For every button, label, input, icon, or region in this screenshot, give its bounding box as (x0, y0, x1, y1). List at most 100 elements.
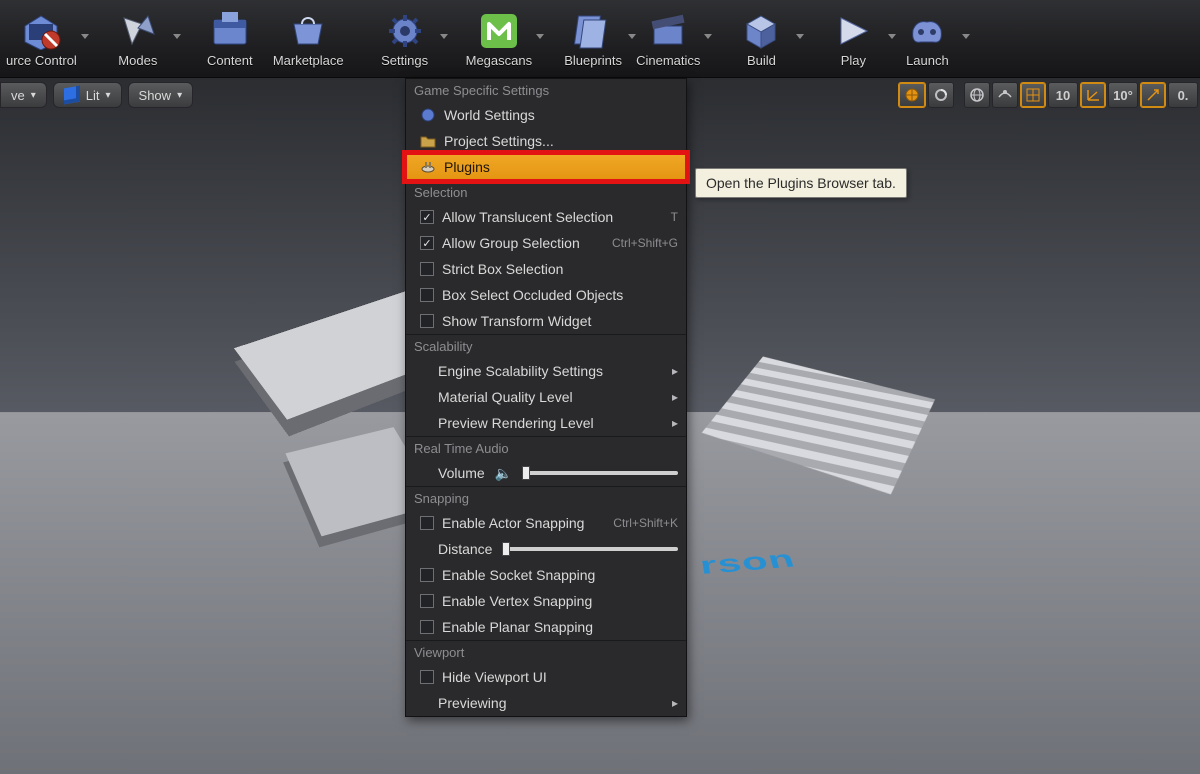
section-header: Snapping (406, 486, 686, 510)
dropdown-icon (962, 34, 970, 39)
section-header: Selection (406, 180, 686, 204)
main-toolbar: urce Control Modes Content Marketplace S… (0, 0, 1200, 78)
scale-snap-value[interactable]: 0. (1168, 82, 1198, 108)
dropdown-icon (796, 34, 804, 39)
checkbox-icon (420, 236, 434, 250)
viewport-pills: ve▾ Lit▾ Show▾ (0, 82, 193, 108)
globe-icon (420, 107, 436, 123)
transform-mode-icon[interactable] (898, 82, 926, 108)
section-header: Real Time Audio (406, 436, 686, 460)
perspective-pill[interactable]: ve▾ (0, 82, 47, 108)
menu-item-enable-socket-snap[interactable]: Enable Socket Snapping (406, 562, 686, 588)
section-header: Game Specific Settings (406, 79, 686, 102)
menu-item-previewing[interactable]: Previewing ▸ (406, 690, 686, 716)
checkbox-icon (420, 210, 434, 224)
checkbox-icon (420, 594, 434, 608)
settings-button[interactable]: Settings (368, 4, 442, 74)
modes-button[interactable]: Modes (101, 4, 175, 74)
menu-item-box-occluded[interactable]: Box Select Occluded Objects (406, 282, 686, 308)
volume-row: Volume 🔈 (406, 460, 686, 486)
show-pill[interactable]: Show▾ (128, 82, 194, 108)
play-icon (831, 11, 875, 51)
cinematics-label: Cinematics (636, 53, 700, 68)
modes-icon (116, 11, 160, 51)
menu-item-allow-group[interactable]: Allow Group Selection Ctrl+Shift+G (406, 230, 686, 256)
blueprints-label: Blueprints (564, 53, 622, 68)
clapper-icon (646, 11, 690, 51)
content-button[interactable]: Content (193, 4, 267, 74)
menu-item-allow-translucent[interactable]: Allow Translucent Selection T (406, 204, 686, 230)
blueprints-button[interactable]: Blueprints (556, 4, 630, 74)
lit-pill[interactable]: Lit▾ (53, 82, 122, 108)
megascans-icon (477, 11, 521, 51)
menu-item-hide-viewport-ui[interactable]: Hide Viewport UI (406, 664, 686, 690)
content-icon (208, 11, 252, 51)
source-control-button[interactable]: urce Control (0, 4, 83, 74)
chevron-right-icon: ▸ (672, 416, 678, 430)
dropdown-icon (81, 34, 89, 39)
cube-icon (739, 11, 783, 51)
blueprints-icon (571, 11, 615, 51)
scale-snap-icon[interactable] (1140, 82, 1166, 108)
gamepad-icon (905, 11, 949, 51)
chevron-right-icon: ▸ (672, 696, 678, 710)
menu-item-strict-box[interactable]: Strict Box Selection (406, 256, 686, 282)
launch-label: Launch (906, 53, 949, 68)
angle-snap-value[interactable]: 10° (1108, 82, 1138, 108)
dropdown-icon (440, 34, 448, 39)
checkbox-icon (420, 262, 434, 276)
checkbox-icon (420, 620, 434, 634)
cube-icon (64, 86, 80, 105)
build-label: Build (747, 53, 776, 68)
launch-button[interactable]: Launch (890, 4, 964, 74)
grid-snap-icon[interactable] (1020, 82, 1046, 108)
coord-space-icon[interactable] (928, 82, 954, 108)
checkbox-icon (420, 670, 434, 684)
menu-item-enable-vertex-snap[interactable]: Enable Vertex Snapping (406, 588, 686, 614)
chevron-right-icon: ▸ (672, 390, 678, 404)
play-label: Play (841, 53, 866, 68)
settings-label: Settings (381, 53, 428, 68)
angle-snap-icon[interactable] (1080, 82, 1106, 108)
marketplace-button[interactable]: Marketplace (267, 4, 350, 74)
menu-item-enable-actor-snap[interactable]: Enable Actor Snapping Ctrl+Shift+K (406, 510, 686, 536)
checkbox-icon (420, 288, 434, 302)
settings-menu: Game Specific Settings World Settings Pr… (405, 78, 687, 717)
section-header: Viewport (406, 640, 686, 664)
distance-row: Distance (406, 536, 686, 562)
menu-item-preview-rendering[interactable]: Preview Rendering Level ▸ (406, 410, 686, 436)
distance-slider[interactable] (502, 547, 678, 551)
folder-icon (420, 133, 436, 149)
menu-item-engine-scalability[interactable]: Engine Scalability Settings ▸ (406, 358, 686, 384)
section-header: Scalability (406, 334, 686, 358)
grid-snap-value[interactable]: 10 (1048, 82, 1078, 108)
globe-icon[interactable] (964, 82, 990, 108)
menu-item-plugins[interactable]: Plugins (406, 154, 686, 180)
menu-item-show-transform[interactable]: Show Transform Widget (406, 308, 686, 334)
dropdown-icon (704, 34, 712, 39)
surface-snap-icon[interactable] (992, 82, 1018, 108)
dropdown-icon (173, 34, 181, 39)
source-control-label: urce Control (6, 53, 77, 68)
plugin-icon (420, 159, 436, 175)
volume-slider[interactable] (522, 471, 678, 475)
play-button[interactable]: Play (816, 4, 890, 74)
gear-icon (383, 11, 427, 51)
checkbox-icon (420, 314, 434, 328)
menu-item-project-settings[interactable]: Project Settings... (406, 128, 686, 154)
volume-label: Volume (438, 465, 485, 481)
menu-item-world-settings[interactable]: World Settings (406, 102, 686, 128)
megascans-button[interactable]: Megascans (460, 4, 538, 74)
tooltip: Open the Plugins Browser tab. (695, 168, 907, 198)
distance-label: Distance (438, 541, 492, 557)
content-label: Content (207, 53, 253, 68)
speaker-icon: 🔈 (495, 465, 512, 482)
menu-item-enable-planar-snap[interactable]: Enable Planar Snapping (406, 614, 686, 640)
chevron-right-icon: ▸ (672, 364, 678, 378)
cinematics-button[interactable]: Cinematics (630, 4, 706, 74)
checkbox-icon (420, 516, 434, 530)
build-button[interactable]: Build (724, 4, 798, 74)
menu-item-material-quality[interactable]: Material Quality Level ▸ (406, 384, 686, 410)
modes-label: Modes (118, 53, 157, 68)
source-control-icon (19, 11, 63, 51)
